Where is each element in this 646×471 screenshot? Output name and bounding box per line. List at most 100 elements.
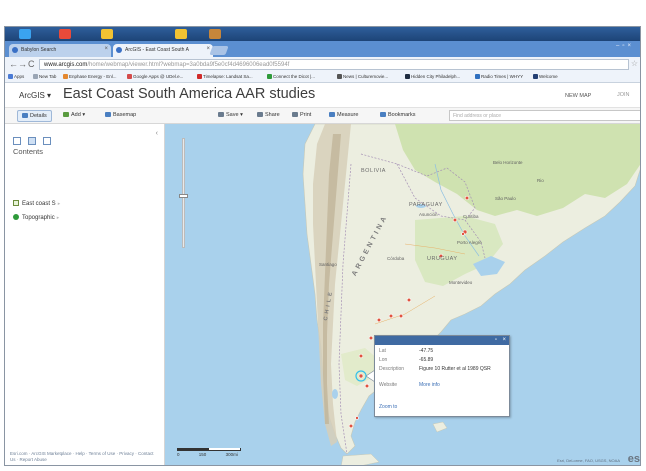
- news-icon: [337, 74, 342, 79]
- esri-logo[interactable]: es: [628, 453, 640, 465]
- contents-heading: Contents: [13, 147, 44, 156]
- popup-body: Lat -47.75 Lon -65.89 Description Figure…: [375, 345, 509, 394]
- arcgis-logo[interactable]: ArcGIS ▾: [19, 91, 51, 100]
- layer-topographic[interactable]: Topographic ▸: [13, 214, 59, 221]
- legend-tab-icon[interactable]: [43, 137, 51, 145]
- enphase-icon: [63, 74, 68, 79]
- bookmark-welcome[interactable]: Welcome: [533, 74, 558, 79]
- bookmark-new-tab[interactable]: New Tab: [33, 74, 56, 79]
- browser-icon[interactable]: [59, 29, 71, 39]
- desktop-screen: Babylon Search × ArcGIS - East Coast Sou…: [4, 26, 641, 466]
- basemap-grid-icon: [105, 112, 111, 117]
- basemap-button[interactable]: Basemap: [105, 112, 136, 118]
- label-curitiba: Curitiba: [463, 214, 479, 219]
- forward-arrow-icon[interactable]: →: [18, 59, 27, 69]
- layer-visibility-checkbox[interactable]: [13, 200, 19, 206]
- label-bolivia: BOLIVIA: [361, 168, 386, 174]
- maximize-icon[interactable]: ▫: [495, 337, 497, 343]
- layer-east-coast[interactable]: East coast S ▸: [13, 200, 60, 207]
- bookmark-apps[interactable]: Apps: [8, 74, 24, 79]
- website-link[interactable]: More info: [419, 382, 509, 388]
- folder-icon[interactable]: [101, 29, 113, 39]
- collapse-panel-icon[interactable]: ‹: [156, 130, 158, 137]
- map-attribution: Esri, DeLorme, FAO, USGS, NOAA: [557, 458, 620, 463]
- label-paraguay: PARAGUAY: [409, 202, 443, 208]
- label-porto-alegre: Porto Alegre: [457, 240, 482, 245]
- label-rio: Rio: [537, 178, 544, 183]
- zoom-to-link[interactable]: Zoom to: [379, 404, 397, 410]
- new-map-button[interactable]: NEW MAP: [565, 93, 591, 99]
- bookmark-radio-times[interactable]: Radio Times | WHYY: [475, 74, 523, 79]
- add-layer-icon: [63, 112, 69, 117]
- layer-options-icon[interactable]: ▸: [58, 201, 61, 207]
- popup-row-lat: Lat -47.75: [379, 348, 434, 354]
- tab-arcgis[interactable]: ArcGIS - East Coast South A ×: [113, 44, 213, 57]
- sample-point: [388, 313, 394, 319]
- address-bar: ← → C www.arcgis.com/home/webmap/viewer.…: [5, 57, 640, 72]
- bookmark-timelapse[interactable]: Timelapse: Landsat Sa...: [197, 74, 253, 79]
- footer-links[interactable]: Esri.com · ArcGIS Marketplace · Help · T…: [10, 451, 160, 463]
- popup-row-website: Website More info: [379, 382, 505, 391]
- zoom-slider[interactable]: [179, 138, 188, 248]
- arcgis-header: ArcGIS ▾ East Coast South America AAR st…: [5, 83, 640, 108]
- print-button[interactable]: Print: [292, 112, 311, 118]
- map-view[interactable]: BOLIVIA Belo Horizonte Rio PARAGUAY Asun…: [165, 124, 640, 465]
- details-button[interactable]: Details: [17, 110, 52, 122]
- zoom-slider-handle[interactable]: [179, 194, 188, 198]
- add-button[interactable]: Add ▾: [63, 112, 85, 118]
- app-icon[interactable]: [209, 29, 221, 39]
- page-icon: [33, 74, 38, 79]
- sample-point: [368, 335, 374, 341]
- sample-point: [355, 416, 359, 420]
- reload-icon[interactable]: C: [28, 59, 35, 69]
- tab-babylon-search[interactable]: Babylon Search ×: [9, 44, 111, 57]
- scale-bar-line: [177, 448, 241, 451]
- folder-icon[interactable]: [175, 29, 187, 39]
- close-icon[interactable]: ×: [502, 337, 506, 343]
- bookmarks-button[interactable]: Bookmarks: [380, 112, 416, 118]
- bookmark-connect-dicot[interactable]: Connect the Dicot |...: [267, 74, 315, 79]
- sample-point: [461, 232, 465, 236]
- zoom-slider-track[interactable]: [182, 138, 185, 248]
- time-icon: [197, 74, 202, 79]
- apps-grid-icon: [8, 74, 13, 79]
- basemap-icon: [13, 214, 19, 220]
- about-tab-icon[interactable]: [13, 137, 21, 145]
- share-icon: [257, 112, 263, 117]
- join-button[interactable]: JOIN: [617, 92, 630, 98]
- contents-panel: ‹ Contents East coast S ▸ Topographic ▸ Es…: [5, 124, 165, 465]
- back-arrow-icon[interactable]: ←: [9, 59, 18, 69]
- bookmark-star-icon[interactable]: ☆: [631, 59, 638, 68]
- bookmark-hidden-city[interactable]: Hidden City Philadelph...: [405, 74, 460, 79]
- bookmark-enphase[interactable]: Enphase Energy - Enl...: [63, 74, 117, 79]
- radio-icon: [475, 74, 480, 79]
- search-input[interactable]: Find address or place: [449, 110, 640, 121]
- share-button[interactable]: Share: [257, 112, 280, 118]
- sample-point: [452, 217, 458, 223]
- close-tab-icon[interactable]: ×: [104, 46, 108, 52]
- os-taskbar: [5, 27, 640, 41]
- label-montevideo: Montevideo: [449, 280, 473, 285]
- details-icon: [22, 113, 28, 118]
- measure-icon: [329, 112, 335, 117]
- browser-tab-strip: Babylon Search × ArcGIS - East Coast Sou…: [5, 41, 640, 57]
- save-button[interactable]: Save ▾: [218, 112, 243, 118]
- popup-row-lon: Lon -65.89: [379, 357, 434, 363]
- bookmark-culturemovie[interactable]: News | Culturemovie...: [337, 74, 388, 79]
- measure-button[interactable]: Measure: [329, 112, 358, 118]
- popup-row-description: Description Figure 10 Rutter et al 1989 …: [379, 366, 491, 372]
- save-icon: [218, 112, 224, 117]
- start-icon[interactable]: [19, 29, 31, 39]
- layer-options-icon[interactable]: ▸: [57, 215, 60, 221]
- bookmark-google-apps[interactable]: Google Apps @ UDel.e...: [127, 74, 183, 79]
- contents-tab-icon[interactable]: [28, 137, 36, 145]
- url-input[interactable]: www.arcgis.com/home/webmap/viewer.html?w…: [39, 59, 629, 70]
- falkland-islands: [432, 421, 448, 433]
- slide-frame: Babylon Search × ArcGIS - East Coast Sou…: [0, 0, 646, 471]
- sample-point: [348, 423, 354, 429]
- feature-popup: ▫ × Lat -47.75 Lon -65.89 Description Fi…: [374, 335, 510, 417]
- window-controls[interactable]: –▫×: [616, 43, 634, 49]
- sample-point: [364, 383, 370, 389]
- scale-bar: 0 150 300mi: [177, 448, 241, 457]
- new-tab-button[interactable]: [209, 46, 229, 55]
